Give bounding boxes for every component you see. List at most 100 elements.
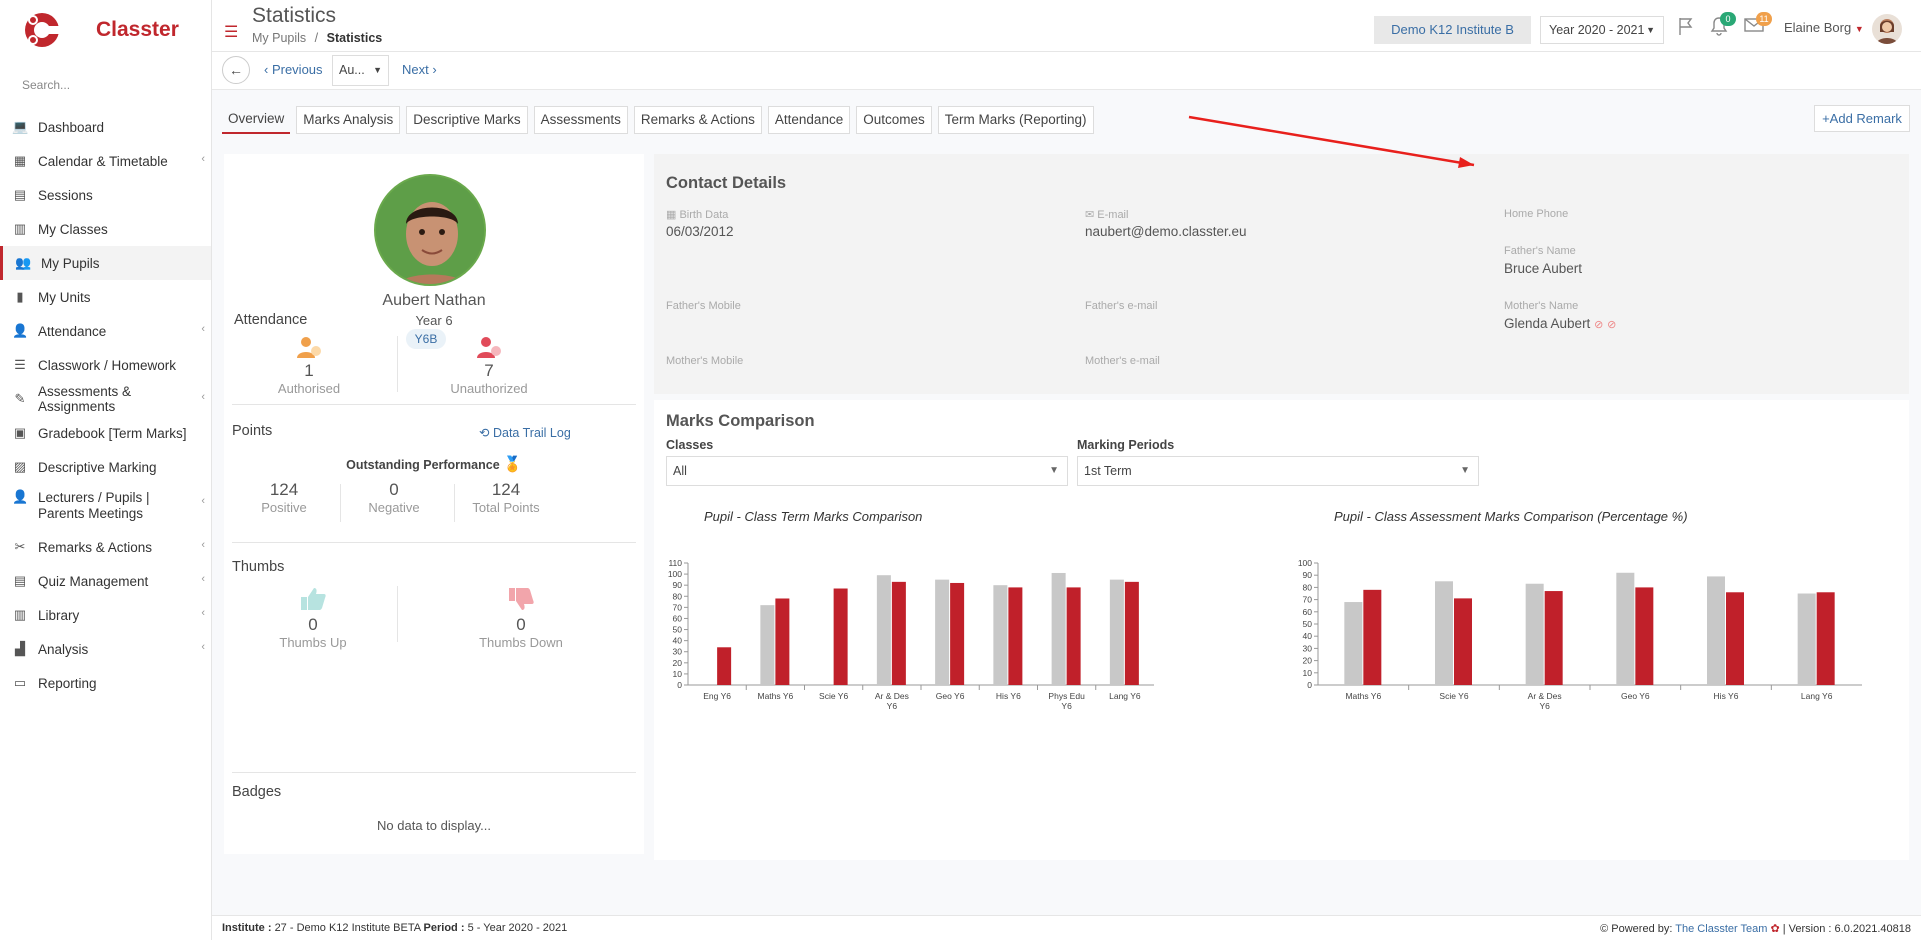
tab-assessments[interactable]: Assessments	[533, 106, 628, 134]
previous-button[interactable]: ‹ Previous	[264, 62, 323, 77]
caret-down-icon: ▼	[1646, 25, 1655, 35]
sidebar-item-library[interactable]: ▥ Library ‹	[0, 598, 211, 632]
sidebar-item-attendance[interactable]: 👤 Attendance ‹	[0, 314, 211, 348]
tab-descriptive-marks[interactable]: Descriptive Marks	[406, 106, 528, 134]
thumbs-down-label: Thumbs Down	[479, 635, 563, 650]
thumbs-up-count: 0	[308, 615, 318, 634]
bar-class	[1008, 587, 1023, 685]
marking-periods-select-value: 1st Term	[1084, 464, 1132, 478]
year-select-value: Year 2020 - 2021	[1549, 23, 1645, 37]
chevron-left-icon: ‹	[201, 391, 205, 403]
points-heading: Points	[232, 423, 273, 439]
brand[interactable]: Classter	[22, 10, 179, 50]
tab-overview[interactable]: Overview	[222, 106, 291, 134]
bar-class	[1454, 598, 1472, 685]
y-tick-label: 80	[1303, 582, 1313, 592]
footer-institute-info: Institute : 27 - Demo K12 Institute BETA…	[222, 922, 567, 934]
thumbs-heading: Thumbs	[232, 559, 285, 575]
thumbs-up-label: Thumbs Up	[279, 635, 347, 650]
bar-class	[775, 598, 790, 685]
footer-team-link[interactable]: The Classter Team	[1675, 923, 1767, 935]
year-select[interactable]: Year 2020 - 2021 ▼	[1540, 16, 1664, 44]
flag-icon[interactable]	[1676, 16, 1696, 42]
next-button[interactable]: Next ›	[402, 62, 437, 77]
sidebar-item-my-units[interactable]: ▮ My Units	[0, 280, 211, 314]
user-avatar[interactable]	[1872, 14, 1902, 44]
add-remark-button[interactable]: +Add Remark	[1814, 105, 1910, 132]
tab-attendance[interactable]: Attendance	[767, 106, 851, 134]
tab-marks-analysis[interactable]: Marks Analysis	[296, 106, 401, 134]
user-menu[interactable]: Elaine Borg ▼	[1784, 20, 1864, 35]
marking-periods-select[interactable]: 1st Term ▼	[1077, 456, 1479, 486]
thumbs-down-stat: 0 Thumbs Down	[446, 586, 596, 650]
main-area: ☰ Statistics My Pupils / Statistics Demo…	[212, 0, 1921, 940]
sidebar-item-descriptive-marking[interactable]: ▨ Descriptive Marking	[0, 450, 211, 484]
breadcrumb-my-pupils[interactable]: My Pupils	[252, 31, 306, 45]
sidebar-item-classwork-homework[interactable]: ☰ Classwork / Homework	[0, 348, 211, 382]
breadcrumb: My Pupils / Statistics	[252, 31, 383, 45]
sidebar-item-my-pupils[interactable]: 👥 My Pupils	[0, 246, 211, 280]
notifications-badge: 0	[1720, 12, 1736, 26]
y-tick-label: 90	[673, 580, 683, 590]
badges-heading: Badges	[232, 784, 282, 800]
sidebar-item-calendar-timetable[interactable]: ▦ Calendar & Timetable ‹	[0, 144, 211, 178]
pupil-select[interactable]: Au... ▼	[332, 55, 389, 86]
no-message-icon: ⊘	[1607, 319, 1617, 331]
mother-name-text: Glenda Aubert	[1504, 316, 1591, 331]
back-button[interactable]: ←	[222, 56, 250, 84]
divider	[454, 484, 455, 522]
envelope-icon[interactable]: 11	[1744, 12, 1772, 40]
envelope-icon: ✉	[1085, 209, 1095, 221]
data-trail-log-link[interactable]: ⟲ Data Trail Log	[479, 425, 571, 440]
tab-remarks-actions[interactable]: Remarks & Actions	[633, 106, 762, 134]
thumbs-down-icon	[446, 586, 596, 615]
y-tick-label: 80	[673, 591, 683, 601]
x-tick-label: Ar & Des	[1528, 691, 1562, 701]
email-value[interactable]: naubert@demo.classter.eu	[1085, 224, 1247, 239]
classes-select[interactable]: All ▼	[666, 456, 1068, 486]
mother-email-label: Mother's e-mail	[1085, 355, 1160, 367]
birth-date-label-text: Birth Data	[679, 209, 729, 221]
sidebar-item-reporting[interactable]: ▭ Reporting	[0, 666, 211, 700]
sidebar-item-quiz-management[interactable]: ▤ Quiz Management ‹	[0, 564, 211, 598]
bar-class	[891, 581, 906, 685]
bar-pupil	[1344, 602, 1363, 685]
calendar-icon: ▦	[13, 153, 27, 168]
sidebar-item-gradebook-term-marks[interactable]: ▣ Gradebook [Term Marks]	[0, 416, 211, 450]
total-points-label: Total Points	[472, 500, 540, 515]
x-tick-label: His Y6	[1714, 691, 1739, 701]
menu-toggle-icon[interactable]: ☰	[224, 22, 238, 42]
tab-term-marks-reporting[interactable]: Term Marks (Reporting)	[937, 106, 1094, 134]
institute-button[interactable]: Demo K12 Institute B	[1374, 16, 1531, 44]
tab-outcomes[interactable]: Outcomes	[856, 106, 932, 134]
sidebar-item-label: Analysis	[38, 641, 89, 657]
x-tick-label: Y6	[1061, 701, 1072, 711]
messages-badge: 11	[1756, 12, 1772, 26]
bell-icon[interactable]: 0	[1710, 12, 1736, 42]
mother-mobile-label: Mother's Mobile	[666, 355, 744, 367]
sidebar-item-analysis[interactable]: ▟ Analysis ‹	[0, 632, 211, 666]
sidebar-item-label: Assessments & Assignments	[37, 384, 131, 414]
brand-name: Classter	[96, 18, 179, 41]
bar-pupil	[1525, 583, 1544, 685]
term-marks-chart-title: Pupil - Class Term Marks Comparison	[704, 509, 923, 524]
unauthorized-stat: 7 Unauthorized	[414, 336, 564, 396]
divider	[397, 586, 398, 642]
sidebar-search-input[interactable]: Search...	[22, 78, 70, 92]
arrow-left-icon: ←	[229, 62, 243, 78]
sidebar-item-remarks-actions[interactable]: ✂ Remarks & Actions ‹	[0, 530, 211, 564]
divider	[232, 404, 636, 405]
performance-label: Outstanding Performance 🏅	[224, 455, 644, 473]
sidebar-item-assessments-assignments[interactable]: ✎ Assessments & Assignments ‹	[0, 382, 211, 416]
authorised-stat: 1 Authorised	[234, 336, 384, 396]
caret-down-icon: ▼	[1460, 465, 1470, 476]
sidebar-item-my-classes[interactable]: ▥ My Classes	[0, 212, 211, 246]
sidebar-item-lecturers-pupils-parents-meetings[interactable]: 👤 Lecturers / Pupils | Parents Meetings ‹	[0, 484, 211, 530]
sidebar-item-dashboard[interactable]: 💻 Dashboard	[0, 110, 211, 144]
plus-icon: +	[1822, 111, 1830, 126]
no-contact-icon: ⊘	[1594, 319, 1604, 331]
bar-class	[950, 582, 965, 685]
unauthorized-person-icon	[414, 336, 564, 361]
sidebar-item-sessions[interactable]: ▤ Sessions	[0, 178, 211, 212]
total-points-stat: 124 Total Points	[456, 480, 556, 515]
